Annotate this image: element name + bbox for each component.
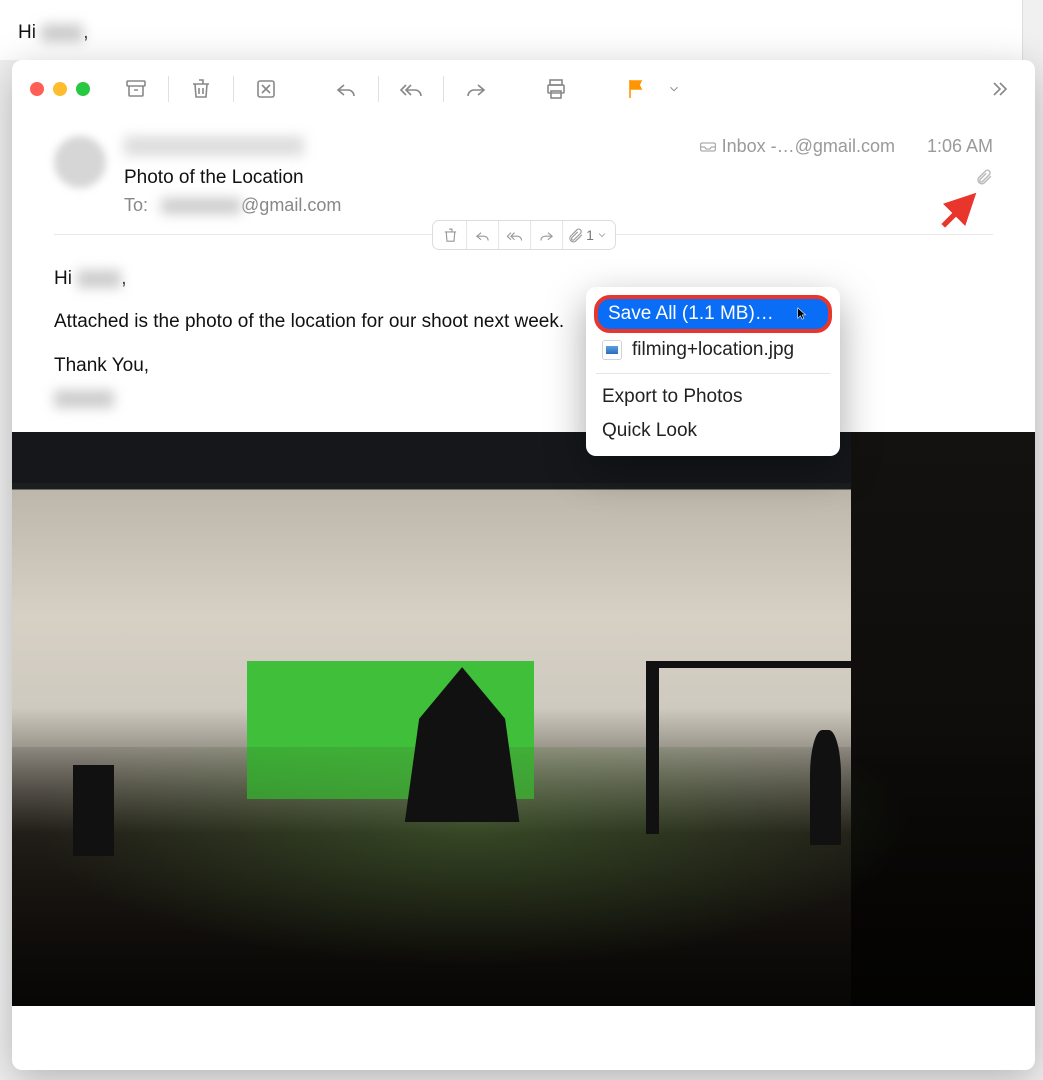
toolbar-separator [168, 76, 169, 102]
forward-button[interactable] [458, 71, 494, 107]
attachment-count: 1 [586, 227, 594, 243]
save-all-label: Save All (1.1 MB)… [608, 303, 774, 325]
export-to-photos-menu-item[interactable]: Export to Photos [586, 380, 840, 414]
attachment-dropdown-menu: Save All (1.1 MB)… filming+location.jpg … [586, 287, 840, 456]
minimize-window-button[interactable] [53, 82, 67, 96]
inline-reply-button[interactable] [467, 221, 499, 249]
body-greeting-suffix: , [121, 268, 126, 289]
background-email-preview: Hi , [0, 0, 1023, 60]
junk-button[interactable] [248, 71, 284, 107]
flag-button[interactable] [618, 71, 654, 107]
sender-name-redacted [124, 136, 304, 156]
recipient-email-suffix: @gmail.com [241, 195, 341, 215]
flag-menu-button[interactable] [664, 71, 684, 107]
toolbar-separator [378, 76, 379, 102]
message-time: 1:06 AM [927, 136, 993, 157]
attachment-indicator-icon[interactable] [975, 168, 993, 191]
reply-all-button[interactable] [393, 71, 429, 107]
signature-name-redacted [54, 390, 114, 408]
toolbar-separator [233, 76, 234, 102]
recipient-row: To: @gmail.com [124, 195, 993, 216]
body-greeting-prefix: Hi [54, 268, 77, 289]
paperclip-icon [567, 227, 584, 244]
inline-reply-all-button[interactable] [499, 221, 531, 249]
message-header: Photo of the Location To: @gmail.com Inb… [12, 118, 1035, 220]
file-thumbnail-icon [602, 340, 622, 360]
to-label: To: [124, 195, 148, 215]
inline-forward-button[interactable] [531, 221, 563, 249]
toolbar-separator [443, 76, 444, 102]
inline-attachments-button[interactable]: 1 [563, 221, 613, 249]
zoom-window-button[interactable] [76, 82, 90, 96]
chevron-down-icon [596, 229, 608, 241]
mailbox-icon [700, 140, 716, 154]
body-line-1: Attached is the photo of the location fo… [54, 307, 993, 336]
reply-button[interactable] [328, 71, 364, 107]
message-subject: Photo of the Location [124, 167, 993, 189]
attachment-file-name: filming+location.jpg [632, 339, 794, 361]
quick-look-label: Quick Look [602, 420, 697, 442]
mailbox-label: Inbox -…@gmail.com [722, 136, 895, 157]
message-body: Hi , Attached is the photo of the locati… [12, 250, 1035, 432]
quick-look-menu-item[interactable]: Quick Look [586, 414, 840, 448]
attachment-file-menu-item[interactable]: filming+location.jpg [586, 333, 840, 367]
body-name-redacted [77, 270, 121, 288]
menu-separator [596, 373, 830, 374]
window-traffic-lights [30, 82, 90, 96]
delete-button[interactable] [183, 71, 219, 107]
inline-delete-button[interactable] [435, 221, 467, 249]
archive-button[interactable] [118, 71, 154, 107]
sender-avatar [54, 136, 106, 188]
attached-image[interactable] [12, 432, 1035, 1006]
export-label: Export to Photos [602, 386, 742, 408]
save-all-menu-item[interactable]: Save All (1.1 MB)… [594, 295, 832, 333]
inline-action-bar: 1 [12, 220, 1035, 250]
print-button[interactable] [538, 71, 574, 107]
bg-greeting-prefix: Hi [18, 22, 41, 43]
header-meta: Inbox -…@gmail.com 1:06 AM [700, 136, 993, 157]
cursor-icon [796, 307, 810, 321]
mail-message-window: Photo of the Location To: @gmail.com Inb… [12, 60, 1035, 1070]
bg-greeting-suffix: , [83, 22, 88, 43]
toolbar-overflow-button[interactable] [981, 71, 1017, 107]
close-window-button[interactable] [30, 82, 44, 96]
body-signoff: Thank You, [54, 351, 993, 380]
window-toolbar [12, 60, 1035, 118]
recipient-name-redacted [161, 198, 241, 214]
redacted-name [41, 24, 83, 42]
